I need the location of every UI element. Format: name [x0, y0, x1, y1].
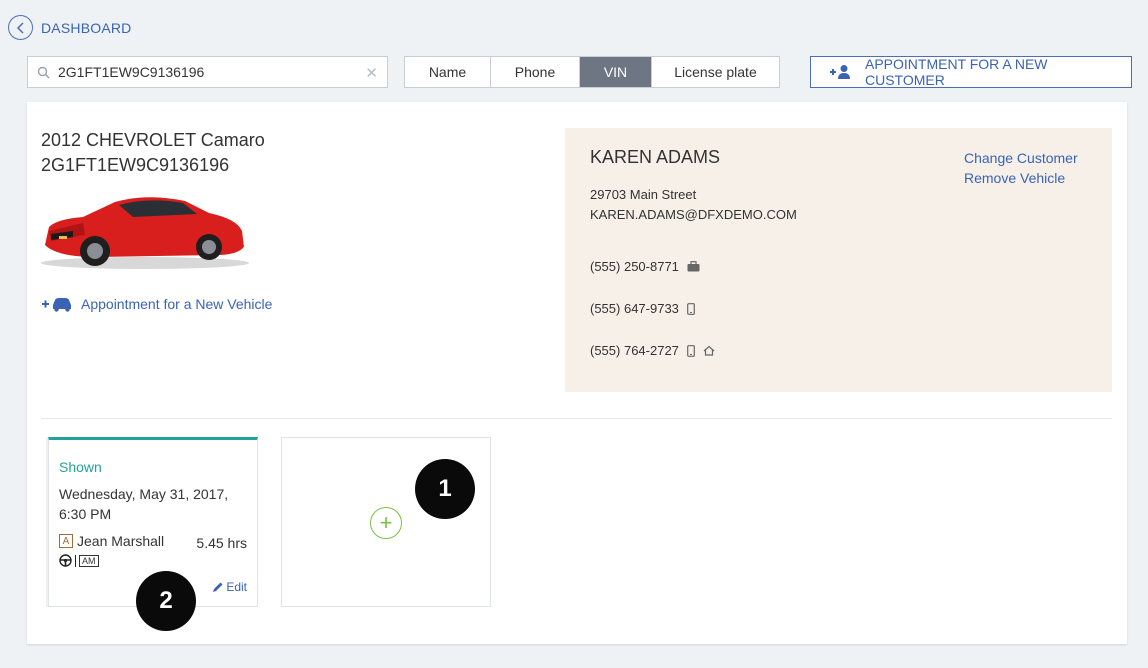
- appointment-date: Wednesday, May 31, 2017, 6:30 PM: [59, 484, 228, 524]
- customer-name: KAREN ADAMS: [590, 147, 721, 167]
- home-icon: [703, 345, 715, 356]
- phone-row: (555) 764-2727: [590, 343, 715, 358]
- edit-appointment-link[interactable]: Edit: [212, 580, 247, 594]
- add-user-icon: [829, 65, 850, 79]
- add-car-icon: [42, 298, 71, 312]
- advisor-badge: A: [59, 534, 73, 548]
- mobile-icon: [687, 302, 695, 315]
- search-icon: [28, 66, 58, 79]
- dashboard-label: DASHBOARD: [41, 19, 132, 36]
- phone-row: (555) 250-8771: [590, 259, 700, 274]
- appointment-new-customer-button[interactable]: APPOINTMENT FOR A NEW CUSTOMER: [810, 56, 1132, 88]
- appointment-icons: AM: [59, 554, 99, 567]
- phone-number: (555) 764-2727: [590, 343, 679, 358]
- change-customer-link[interactable]: Change Customer: [964, 148, 1078, 168]
- mobile-icon: [687, 344, 695, 357]
- dashboard-back-link[interactable]: DASHBOARD: [8, 15, 131, 40]
- divider: [41, 418, 1112, 419]
- tab-vin[interactable]: VIN: [580, 57, 652, 87]
- tab-license-plate[interactable]: License plate: [652, 57, 779, 87]
- add-appointment-button[interactable]: +: [370, 507, 402, 539]
- customer-actions: Change Customer Remove Vehicle: [964, 148, 1078, 188]
- appointment-date-line1: Wednesday, May 31, 2017,: [59, 486, 229, 502]
- tab-phone[interactable]: Phone: [491, 57, 580, 87]
- vehicle-vin: 2G1FT1EW9C9136196: [41, 155, 230, 175]
- vehicle-info: 2012 CHEVROLET Camaro 2G1FT1EW9C9136196: [41, 128, 265, 178]
- appointment-advisor: A Jean Marshall: [59, 533, 164, 549]
- steering-wheel-icon: [59, 554, 72, 567]
- vehicle-title: 2012 CHEVROLET Camaro: [41, 130, 265, 150]
- search-box: ✕: [27, 56, 388, 88]
- callout-marker: 2: [136, 571, 196, 631]
- briefcase-icon: [687, 261, 700, 272]
- customer-email: KAREN.ADAMS@DFXDEMO.COM: [590, 207, 797, 222]
- phone-number: (555) 250-8771: [590, 259, 679, 274]
- clear-icon[interactable]: ✕: [365, 64, 378, 82]
- customer-panel: KAREN ADAMS 29703 Main Street KAREN.ADAM…: [565, 128, 1112, 392]
- am-badge: AM: [79, 554, 99, 567]
- phone-number: (555) 647-9733: [590, 301, 679, 316]
- appointment-new-vehicle-link[interactable]: Appointment for a New Vehicle: [41, 296, 272, 312]
- car-image: [41, 197, 249, 269]
- separator: [75, 554, 76, 567]
- remove-vehicle-link[interactable]: Remove Vehicle: [964, 168, 1078, 188]
- search-type-tabs: Name Phone VIN License plate: [404, 56, 780, 88]
- appointment-new-customer-label: APPOINTMENT FOR A NEW CUSTOMER: [864, 56, 1048, 88]
- new-vehicle-label: Appointment for a New Vehicle: [81, 296, 273, 312]
- callout-marker: 1: [415, 459, 475, 519]
- edit-label: Edit: [226, 580, 247, 594]
- appointment-status: Shown: [59, 459, 102, 475]
- pencil-icon: [213, 582, 223, 592]
- search-input[interactable]: [58, 64, 358, 80]
- phone-row: (555) 647-9733: [590, 301, 695, 316]
- chevron-left-icon: [8, 15, 33, 40]
- plus-icon: +: [379, 510, 393, 535]
- appointment-date-line2: 6:30 PM: [59, 506, 112, 522]
- customer-contact: 29703 Main Street KAREN.ADAMS@DFXDEMO.CO…: [590, 185, 797, 225]
- advisor-name: Jean Marshall: [77, 533, 165, 549]
- appointment-hours: 5.45 hrs: [196, 535, 247, 551]
- vehicle-customer-card: 2012 CHEVROLET Camaro 2G1FT1EW9C9136196 …: [27, 102, 1127, 644]
- tab-name[interactable]: Name: [405, 57, 491, 87]
- customer-address: 29703 Main Street: [590, 187, 697, 202]
